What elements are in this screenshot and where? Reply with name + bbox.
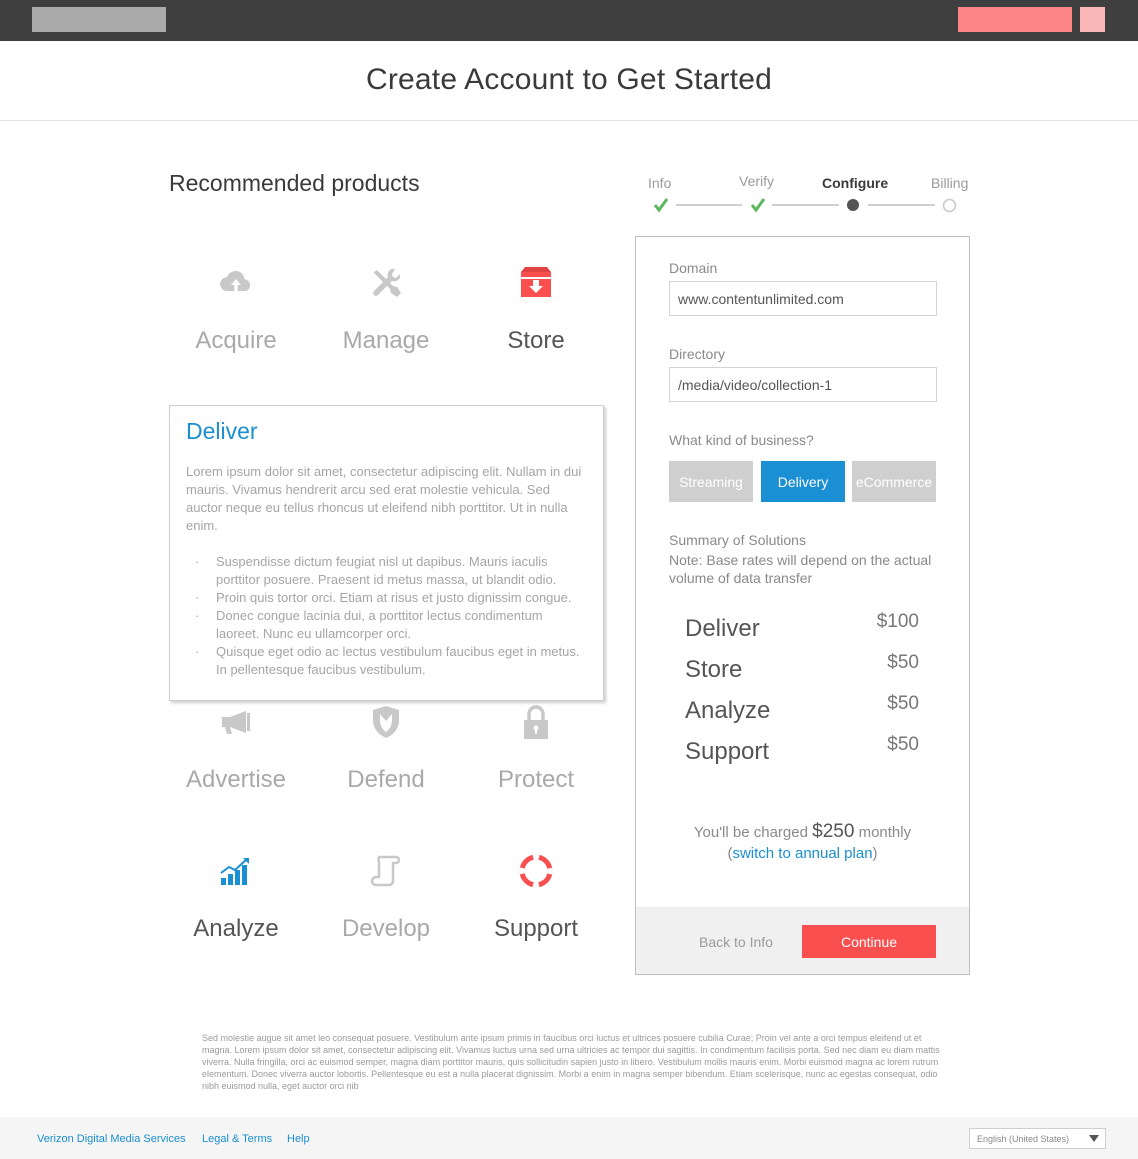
domain-input[interactable] [669,281,937,316]
step-verify-label: Verify [739,173,775,189]
product-label: Advertise [185,766,287,793]
product-label: Store [507,327,565,354]
footer-link-legal[interactable]: Legal & Terms [202,1133,272,1145]
lock-icon [524,705,548,739]
list-item: Suspendisse dictum feugiat nisl ut dapib… [186,553,587,589]
directory-label: Directory [669,346,726,362]
logo-placeholder[interactable] [32,7,166,32]
continue-button[interactable]: Continue [802,925,936,958]
megaphone-icon [222,711,250,734]
panel-footer: Back to Info Continue [636,907,969,974]
charge-suffix: monthly [858,824,912,841]
current-step-dot-icon [847,199,859,211]
monthly-charge: You'll be charged $250 monthly [636,821,969,843]
product-acquire[interactable]: Acquire [161,263,311,355]
tools-icon [373,268,401,297]
scroll-icon [370,855,401,887]
card-title: Deliver [186,418,258,444]
footer-link-help[interactable]: Help [287,1133,310,1145]
summary-item-price: $100 [876,611,919,632]
footer: Verizon Digital Media Services Legal & T… [0,1117,1138,1159]
switch-annual-plan-link[interactable]: switch to annual plan [732,845,872,862]
product-label: Defend [347,766,425,793]
summary-item-name: Support [685,738,770,765]
list-item: Quisque eget odio ac lectus vestibulum f… [186,643,587,679]
language-value: English (United States) [977,1134,1070,1144]
product-label: Analyze [193,915,279,942]
menu-button-placeholder[interactable] [1080,7,1105,32]
summary-title: Summary of Solutions [669,532,806,548]
back-to-info-link[interactable]: Back to Info [699,934,773,950]
summary-note: Note: Base rates will depend on the actu… [669,552,932,586]
product-manage[interactable]: Manage [311,263,461,355]
summary-row: Deliver $100 [685,611,919,645]
section-title: Recommended products [169,170,420,196]
language-select[interactable]: English (United States) [969,1128,1106,1149]
summary-item-name: Analyze [685,697,771,724]
charge-prefix: You'll be charged [693,824,808,841]
list-item: Donec congue lacinia dui, a porttitor le… [186,607,587,643]
business-type-label: What kind of business? [669,432,814,448]
summary-item-name: Deliver [685,615,760,642]
summary-item-price: $50 [887,734,919,755]
page-header: Create Account to Get Started [0,41,1138,121]
business-streaming-button[interactable]: Streaming [669,461,753,502]
product-develop[interactable]: Develop [311,851,461,943]
fine-print: Sed molestie augue sit amet leo consequa… [202,1033,940,1091]
deliver-detail-card[interactable]: Deliver Lorem ipsum dolor sit amet, cons… [169,405,604,701]
pending-step-circle-icon [942,198,957,213]
lifebuoy-icon [519,854,553,888]
annual-plan-line: (switch to annual plan) [636,845,969,862]
product-label: Protect [497,766,575,793]
list-item: Proin quis tortor orci. Etiam at risus e… [186,589,587,607]
page-title: Create Account to Get Started [365,63,773,96]
configuration-panel: Domain Directory What kind of business? … [635,236,970,975]
summary-item-name: Store [685,656,743,683]
footer-link-company[interactable]: Verizon Digital Media Services [37,1133,186,1145]
summary-item-price: $50 [887,652,919,673]
charge-amount: $250 [812,821,855,842]
account-button-placeholder[interactable] [958,7,1072,32]
directory-input[interactable] [669,367,937,402]
business-ecommerce-button[interactable]: eCommerce [852,461,936,502]
product-support[interactable]: Support [461,851,611,943]
summary-item-price: $50 [887,693,919,714]
product-analyze[interactable]: Analyze [161,851,311,943]
shield-icon [373,706,399,738]
card-body: Lorem ipsum dolor sit amet, consectetur … [186,464,582,533]
check-icon [750,198,766,213]
product-protect[interactable]: Protect [461,702,611,794]
step-connector [868,204,935,206]
chevron-down-icon [1089,1135,1099,1142]
product-label: Manage [342,327,430,354]
business-delivery-button[interactable]: Delivery [761,461,845,502]
domain-label: Domain [669,260,718,276]
product-advertise[interactable]: Advertise [161,702,311,794]
summary-row: Analyze $50 [685,693,919,727]
paren-close: ) [872,845,878,862]
card-bullets: Suspendisse dictum feugiat nisl ut dapib… [186,553,587,679]
step-info-label: Info [648,175,672,191]
step-connector [676,204,742,206]
storage-box-icon [521,267,551,297]
product-label: Acquire [195,327,277,354]
summary-row: Store $50 [685,652,919,686]
product-defend[interactable]: Defend [311,702,461,794]
cloud-upload-icon [220,270,251,291]
step-configure-label: Configure [822,175,889,191]
step-connector [772,204,839,206]
step-billing-label: Billing [931,175,969,191]
product-label: Support [493,915,579,942]
product-label: Develop [341,915,431,942]
product-store[interactable]: Store [461,263,611,355]
bar-chart-icon [220,858,249,885]
summary-row: Support $50 [685,734,919,768]
top-bar [0,0,1138,41]
check-icon [653,198,669,213]
